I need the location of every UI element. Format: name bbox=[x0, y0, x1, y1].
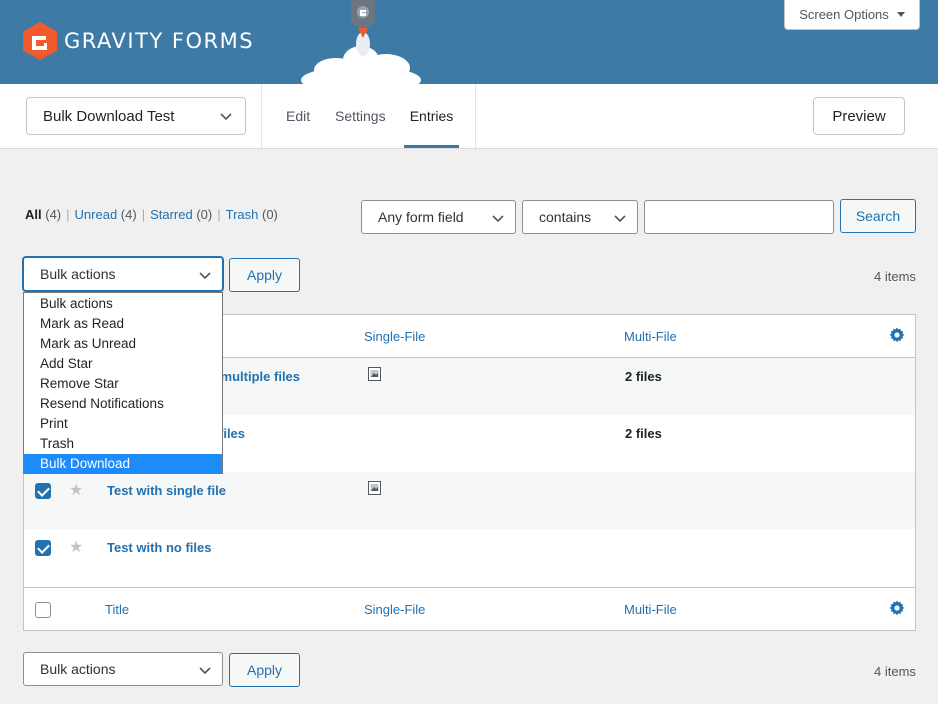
chevron-down-icon bbox=[492, 215, 504, 223]
row-checkbox[interactable] bbox=[35, 540, 51, 556]
chevron-down-icon bbox=[199, 667, 211, 675]
bulk-actions-dropdown-list[interactable]: Bulk actions Mark as Read Mark as Unread… bbox=[23, 292, 223, 474]
apply-button-top[interactable]: Apply bbox=[229, 258, 300, 292]
items-count-top: 4 items bbox=[874, 269, 916, 284]
bulk-actions-select-bottom[interactable]: Bulk actions bbox=[23, 652, 223, 686]
bulk-option-bulk-actions[interactable]: Bulk actions bbox=[24, 294, 222, 314]
search-field-select[interactable]: Any form field bbox=[361, 200, 516, 234]
bulk-option-trash[interactable]: Trash bbox=[24, 434, 222, 454]
row-checkbox[interactable] bbox=[35, 483, 51, 499]
view-unread-count: (4) bbox=[120, 207, 137, 222]
column-header-multi-file[interactable]: Multi-File bbox=[624, 602, 677, 617]
multi-file-count: 2 files bbox=[625, 369, 662, 384]
select-all-checkbox[interactable] bbox=[35, 602, 51, 618]
column-header-multi-file[interactable]: Multi-File bbox=[624, 329, 677, 344]
view-separator: | bbox=[141, 207, 146, 222]
table-row[interactable]: ★ Test with no files bbox=[24, 529, 915, 586]
tab-entries[interactable]: Entries bbox=[404, 84, 459, 148]
view-separator: | bbox=[217, 207, 221, 222]
bulk-actions-value: Bulk actions bbox=[40, 661, 116, 677]
toolbar-divider bbox=[261, 84, 262, 148]
column-header-single-file[interactable]: Single-File bbox=[364, 329, 425, 344]
bulk-option-bulk-download[interactable]: Bulk Download bbox=[24, 454, 222, 474]
gear-icon[interactable] bbox=[889, 327, 905, 343]
bulk-option-mark-unread[interactable]: Mark as Unread bbox=[24, 334, 222, 354]
star-icon[interactable]: ★ bbox=[69, 537, 83, 557]
search-operator-select[interactable]: contains bbox=[522, 200, 638, 234]
table-footer: Title Single-File Multi-File bbox=[24, 587, 915, 630]
column-header-title[interactable]: Title bbox=[105, 602, 129, 617]
gravity-forms-logo: GRAVITY FORMS bbox=[22, 21, 254, 61]
bulk-option-mark-read[interactable]: Mark as Read bbox=[24, 314, 222, 334]
search-operator-value: contains bbox=[539, 209, 592, 225]
screen-options-label: Screen Options bbox=[799, 7, 889, 22]
bulk-option-print[interactable]: Print bbox=[24, 414, 222, 434]
chevron-down-icon bbox=[199, 272, 211, 280]
gravity-forms-logo-icon bbox=[23, 22, 57, 60]
search-field-value: Any form field bbox=[378, 209, 464, 225]
table-row[interactable]: ★ Test with single file bbox=[24, 472, 915, 529]
header-banner: GRAVITY FORMS Screen Options bbox=[0, 0, 938, 84]
view-unread-link[interactable]: Unread bbox=[75, 207, 118, 222]
star-icon[interactable]: ★ bbox=[69, 480, 83, 500]
image-file-icon[interactable] bbox=[368, 367, 381, 381]
gear-icon[interactable] bbox=[889, 600, 905, 616]
view-starred-link[interactable]: Starred bbox=[150, 207, 193, 222]
search-button[interactable]: Search bbox=[840, 199, 916, 233]
entry-title-link[interactable]: Test with no files bbox=[107, 540, 212, 555]
column-header-single-file[interactable]: Single-File bbox=[364, 602, 425, 617]
view-separator: | bbox=[66, 207, 70, 222]
view-trash-count: (0) bbox=[262, 207, 278, 222]
form-switcher-select[interactable]: Bulk Download Test bbox=[26, 97, 246, 135]
view-trash-link[interactable]: Trash bbox=[226, 207, 259, 222]
screen-options-button[interactable]: Screen Options bbox=[784, 0, 920, 30]
form-switcher-value: Bulk Download Test bbox=[43, 107, 175, 125]
entry-title-link[interactable]: Test with single file bbox=[107, 483, 226, 498]
bulk-option-resend-notifications[interactable]: Resend Notifications bbox=[24, 394, 222, 414]
chevron-down-icon bbox=[220, 113, 232, 121]
bulk-actions-value: Bulk actions bbox=[40, 266, 116, 282]
tab-edit[interactable]: Edit bbox=[286, 84, 310, 148]
image-file-icon[interactable] bbox=[368, 481, 381, 495]
view-all-count: (4) bbox=[45, 207, 62, 222]
tab-settings[interactable]: Settings bbox=[335, 84, 386, 148]
caret-down-icon bbox=[896, 12, 905, 17]
preview-button[interactable]: Preview bbox=[813, 97, 905, 135]
entry-views-filter: All (4) | Unread (4) | Starred (0) | Trash (0) bbox=[25, 207, 278, 222]
toolbar-divider bbox=[475, 84, 476, 148]
bulk-option-remove-star[interactable]: Remove Star bbox=[24, 374, 222, 394]
bulk-actions-select-top[interactable]: Bulk actions bbox=[23, 257, 223, 291]
logo-text: GRAVITY FORMS bbox=[64, 29, 255, 53]
multi-file-count: 2 files bbox=[625, 426, 662, 441]
view-starred-count: (0) bbox=[196, 207, 213, 222]
search-input[interactable] bbox=[644, 200, 834, 234]
view-all-link[interactable]: All bbox=[25, 207, 42, 222]
items-count-bottom: 4 items bbox=[874, 664, 916, 679]
chevron-down-icon bbox=[614, 215, 626, 223]
apply-button-bottom[interactable]: Apply bbox=[229, 653, 300, 687]
form-toolbar: Bulk Download Test Edit Settings Entries… bbox=[0, 84, 938, 149]
bulk-option-add-star[interactable]: Add Star bbox=[24, 354, 222, 374]
rocket-illustration bbox=[301, 0, 421, 84]
